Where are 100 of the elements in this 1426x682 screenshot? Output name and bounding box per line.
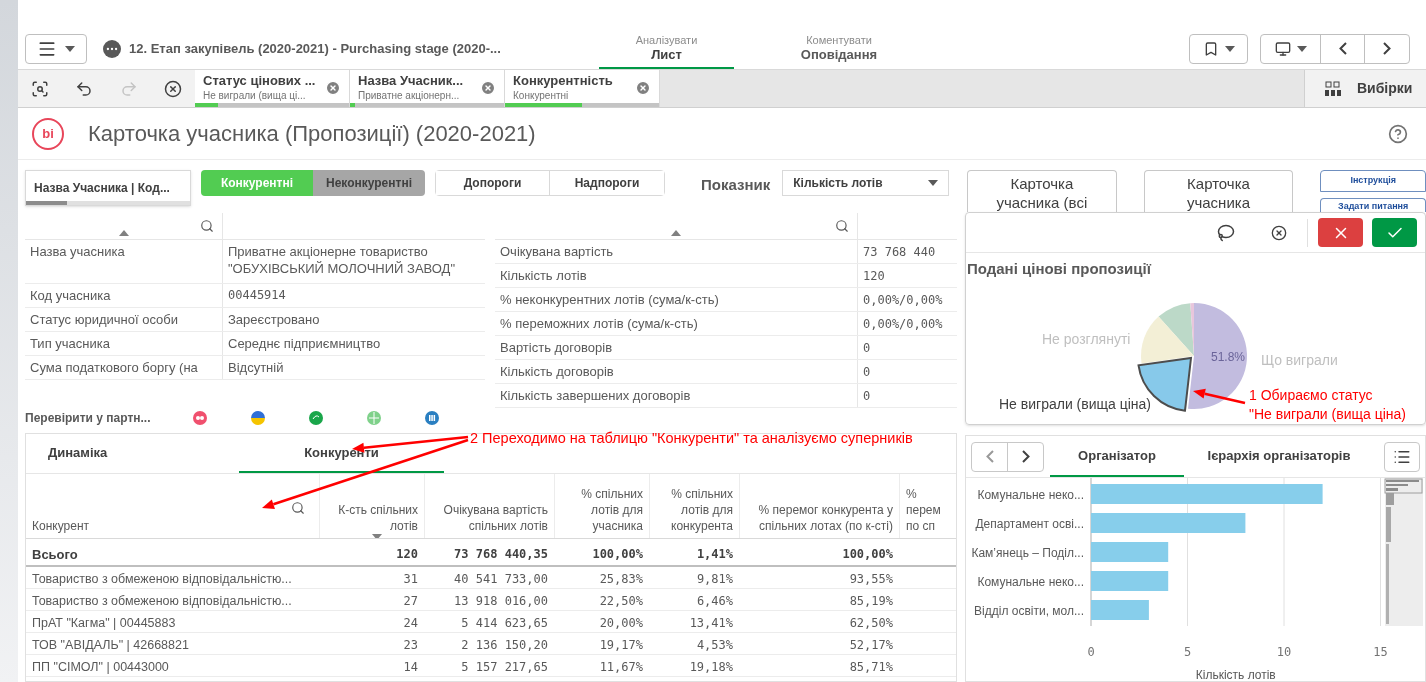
table-cell-text: 62,50% [848, 615, 894, 632]
bookmark-button[interactable] [1189, 33, 1248, 64]
row-value: 0 [857, 384, 957, 407]
caret-icon [928, 180, 939, 186]
app-logo: bi [32, 117, 64, 150]
caret-icon [65, 45, 75, 52]
category-label: Департамент осві... [975, 517, 1084, 531]
remove-selection-icon[interactable] [480, 79, 496, 96]
navigation-card[interactable]: Карточка учасника [1143, 170, 1294, 212]
row-value: 00445914 [222, 284, 485, 307]
partner-check-label: Перевірити у партн... [25, 410, 152, 427]
total-cell-text: 120 [395, 546, 419, 563]
chip-field: Конкурентність [513, 73, 635, 89]
leaf-icon[interactable] [309, 411, 323, 425]
chart-tab[interactable]: Організатор [1050, 436, 1184, 477]
search-icon[interactable] [291, 501, 305, 515]
filter-toggle-button[interactable]: Неконкурентні [313, 170, 425, 196]
column-header[interactable]: % перем по сп [906, 486, 950, 534]
seal-icon[interactable] [193, 411, 207, 425]
chevron-right-icon [1383, 42, 1391, 55]
selection-chip[interactable]: Статус цінових ... Не виграли (вища ці... [195, 70, 350, 107]
column-header[interactable]: % перемог конкурента у спільних лотах (по к-сті) [746, 502, 893, 534]
selection-chip[interactable]: Назва Учасник... Приватне акціонерн... [350, 70, 505, 107]
search-icon[interactable] [835, 219, 849, 233]
menu-button[interactable] [25, 33, 87, 64]
selection-chip[interactable]: Конкурентність Конкурентні [505, 70, 660, 107]
column-header[interactable]: % спільних лотів для конкурента [656, 486, 733, 534]
slice-label: Що виграли [1261, 352, 1338, 368]
chevron-left-icon [985, 450, 994, 463]
row-value: 0 [857, 336, 957, 359]
row-label: Кількість лотів [499, 267, 588, 285]
search-icon[interactable] [200, 219, 214, 233]
category-label: Комунальне неко... [977, 488, 1084, 502]
more-icon[interactable] [103, 39, 121, 58]
cancel-selection-button[interactable] [1318, 218, 1363, 247]
table-cell-text: 5 414 623,65 [460, 615, 549, 632]
total-cell-text: 100,00% [841, 546, 894, 563]
scan-search-icon[interactable] [31, 79, 50, 98]
remove-selection-icon[interactable] [635, 79, 651, 96]
sort-icon[interactable] [118, 230, 129, 236]
selections-button[interactable]: Вибірки [1304, 70, 1426, 107]
column-header[interactable]: К-сть спільних лотів [326, 502, 418, 534]
app-title: 12. Етап закупівель (2020-2021) - Purchasing stage (2020-... [129, 39, 502, 58]
chip-field: Статус цінових ... [203, 73, 325, 89]
mode-tab[interactable]: Коментувати Оповідання [769, 28, 909, 69]
clear-selections-icon[interactable] [163, 79, 182, 98]
pie-slice[interactable] [1141, 316, 1194, 364]
row-label: Вартість договорів [499, 339, 614, 357]
chart-tab[interactable]: Ієрархія організаторів [1184, 436, 1374, 477]
table-cell-text: ПП "СІМОЛ" | 00443000 [31, 659, 170, 676]
navigation-card[interactable]: Карточка учасника (всі [967, 170, 1117, 212]
table-cell-text: 85,71% [848, 659, 894, 676]
column-header[interactable]: % спільних лотів для учасника [561, 486, 643, 534]
slice-value-label: 51.8% [1211, 350, 1246, 364]
category-label: Комунальне неко... [977, 575, 1084, 589]
undo-icon[interactable] [75, 79, 94, 98]
category-label: Відділ освіти, мол... [974, 604, 1084, 618]
remove-selection-icon[interactable] [325, 79, 341, 96]
lasso-icon[interactable] [1217, 223, 1235, 242]
pie-slice[interactable] [1188, 303, 1247, 409]
row-value: Середнє підприємництво [222, 332, 485, 355]
columns-icon[interactable] [425, 411, 439, 425]
table-tab[interactable]: Динаміка [26, 434, 231, 473]
chevron-left-icon [1338, 42, 1347, 55]
sort-icon[interactable] [671, 230, 681, 236]
confirm-selection-button[interactable] [1372, 218, 1417, 247]
x-tick-label: 5 [1183, 645, 1192, 659]
annotation-arrow [1193, 388, 1246, 405]
measure-label: Показник [701, 175, 771, 195]
total-cell-text: Всього [31, 546, 79, 564]
monitor-icon [1274, 40, 1291, 57]
table-cell-text: 19,17% [598, 637, 644, 654]
slice-label: Не виграли (вища ціна) [999, 396, 1152, 412]
list-button[interactable] [1384, 441, 1420, 472]
row-label: Сума податкового боргу (на [29, 359, 199, 377]
column-header[interactable]: Конкурент [32, 518, 89, 534]
help-link-button[interactable]: Інструкція [1320, 170, 1426, 192]
axis-title: Кількість лотів [1195, 668, 1276, 682]
table-cell-text: Товариство з обмеженою відповідальністю... [31, 571, 293, 588]
row-label: Статус юридичної особи [29, 311, 179, 329]
help-link-button[interactable]: Задати питання [1320, 198, 1426, 212]
help-icon[interactable] [1388, 123, 1408, 144]
selections-icon [1325, 80, 1341, 97]
row-label: Очікувана вартість [499, 243, 615, 261]
measure-dropdown[interactable]: Кількість лотів [782, 170, 950, 196]
column-header[interactable]: Очікувана вартість спільних лотів [431, 502, 548, 534]
table-cell-text: 85,19% [848, 593, 894, 610]
chip-field: Назва Учасник... [358, 73, 480, 89]
field-filter-box[interactable]: Назва Учасника | Код... [25, 170, 191, 206]
threshold-button[interactable]: Допороги [436, 171, 550, 195]
row-value: 0,00%/0,00% [857, 288, 957, 311]
total-cell-text: 73 768 440,35 [453, 546, 549, 563]
caret-icon [1296, 45, 1307, 52]
table-cell-text: 31 [402, 571, 419, 588]
clear-selections-icon[interactable] [1271, 224, 1287, 241]
minimap-drawing[interactable] [1384, 478, 1423, 626]
table-cell-text: 23 [402, 637, 419, 654]
x-tick-label: 15 [1373, 645, 1388, 659]
flag-icon[interactable] [251, 411, 265, 425]
table-cell-text: 2 136 150,20 [460, 637, 549, 654]
